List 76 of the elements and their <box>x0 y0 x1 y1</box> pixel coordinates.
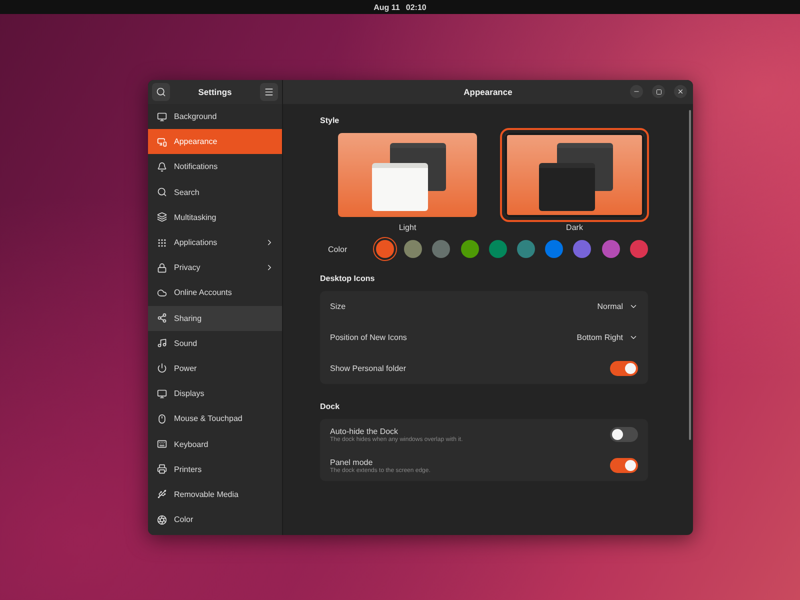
toggle-switch[interactable] <box>610 427 638 442</box>
sidebar-item[interactable]: Power <box>148 356 282 382</box>
close-icon <box>677 88 684 95</box>
maximize-icon <box>656 88 662 94</box>
share-icon <box>157 313 167 324</box>
time-label[interactable]: 02:10 <box>406 2 426 12</box>
sidebar-item[interactable]: Removable Media <box>148 482 282 507</box>
setting-label: Auto-hide the Dock <box>330 426 400 436</box>
power-icon <box>157 363 167 374</box>
monitor-icon <box>157 112 167 122</box>
dropdown[interactable]: Bottom Right <box>576 331 638 344</box>
style-preview[interactable] <box>338 133 477 217</box>
search-icon <box>157 187 167 198</box>
search-icon <box>156 87 166 97</box>
color-label: Color <box>328 244 348 254</box>
cloud-icon <box>157 288 167 298</box>
sidebar-item[interactable]: Sharing <box>148 306 282 331</box>
aperture-icon <box>157 514 167 525</box>
sidebar-item[interactable]: Background <box>148 104 282 130</box>
style-label: Dark <box>566 223 583 232</box>
keyboard-icon <box>157 439 167 450</box>
color-swatch[interactable] <box>460 240 479 258</box>
style-label: Light <box>398 223 416 232</box>
usb-icon <box>157 489 167 500</box>
section-heading: Style <box>320 116 340 125</box>
chevron-down-icon <box>629 302 638 311</box>
color-swatch[interactable] <box>602 240 620 258</box>
date-label[interactable]: Aug 11 <box>374 2 400 12</box>
color-swatch[interactable] <box>404 240 422 258</box>
monitor-icon <box>157 388 167 399</box>
sidebar-item[interactable]: Displays <box>148 381 282 406</box>
sidebar-item[interactable]: Keyboard <box>148 431 282 457</box>
color-swatch[interactable] <box>630 240 648 258</box>
color-swatch[interactable] <box>517 240 536 258</box>
sidebar-item[interactable]: Online Accounts <box>148 280 282 306</box>
color-swatch[interactable] <box>545 240 564 258</box>
dots-grid-icon <box>157 238 167 248</box>
setting-label: Position of New Icons <box>330 333 407 342</box>
bell-icon <box>157 162 167 172</box>
sidebar-item[interactable]: Mouse & Touchpad <box>148 406 282 432</box>
sidebar-item[interactable]: Sound <box>148 330 282 356</box>
music-note-icon <box>157 338 167 348</box>
setting-label: Show Personal folder <box>330 364 406 373</box>
chevron-down-icon <box>629 333 638 342</box>
section-heading: Desktop Icons <box>320 274 376 283</box>
color-swatch[interactable] <box>432 240 450 258</box>
color-swatch[interactable] <box>376 240 394 258</box>
setting-label: Size <box>330 302 346 311</box>
color-swatch[interactable] <box>573 240 592 258</box>
sidebar-item[interactable]: Printers <box>148 456 282 482</box>
sidebar-title: Settings <box>198 87 232 97</box>
sidebar-item[interactable]: Notifications <box>148 154 282 180</box>
toggle-switch[interactable] <box>610 361 638 376</box>
scrollbar[interactable] <box>689 110 691 440</box>
layers-icon <box>157 212 167 222</box>
color-swatch[interactable] <box>488 240 507 258</box>
toggle-switch[interactable] <box>610 458 638 473</box>
sidebar-item[interactable]: Search <box>148 180 282 205</box>
lock-icon <box>157 262 167 273</box>
monitor-icon <box>157 136 167 147</box>
sidebar-item[interactable]: Appearance <box>148 129 282 154</box>
sidebar-item[interactable]: Applications <box>148 230 282 256</box>
style-preview[interactable] <box>505 133 644 217</box>
search-button[interactable] <box>152 83 170 101</box>
minimize-icon <box>633 88 640 95</box>
setting-label: Panel mode <box>330 458 374 466</box>
mouse-icon <box>157 414 167 424</box>
menu-icon <box>264 87 274 97</box>
sidebar-item[interactable]: Multitasking <box>148 204 282 230</box>
dropdown[interactable]: Normal <box>597 300 638 313</box>
window-title: Appearance <box>464 87 512 97</box>
printer-icon <box>157 464 167 474</box>
section-heading: Dock <box>320 402 341 411</box>
menu-button[interactable] <box>260 83 278 101</box>
sidebar-item[interactable]: Color <box>148 507 282 532</box>
sidebar-item[interactable]: Privacy <box>148 255 282 280</box>
